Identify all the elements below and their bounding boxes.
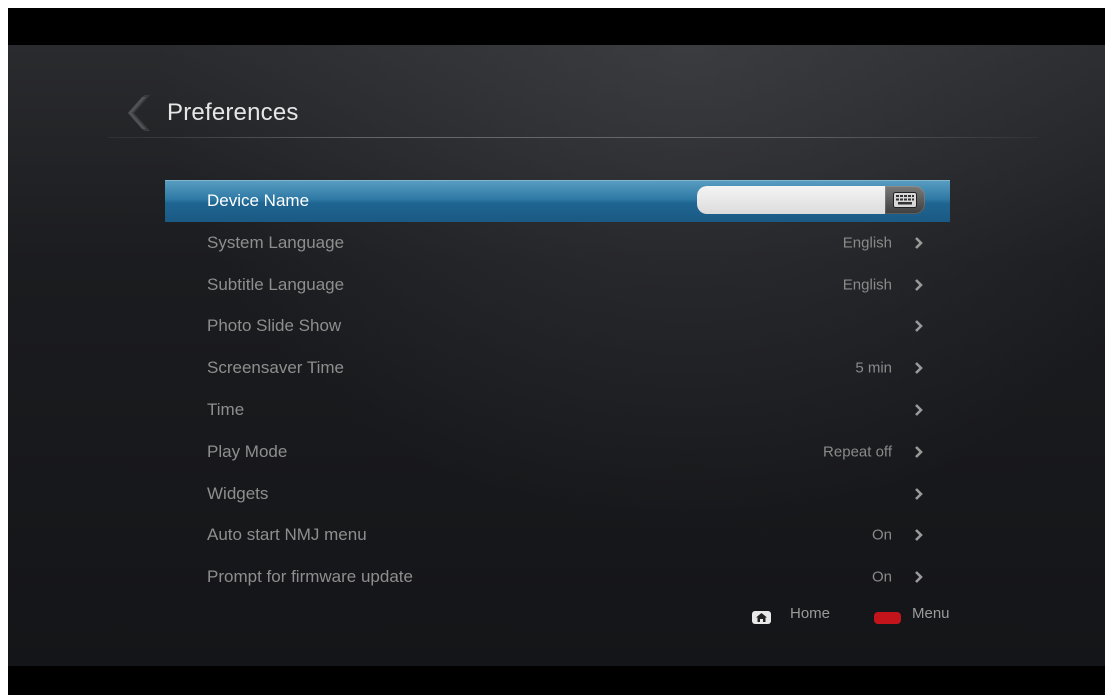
setting-label: Subtitle Language — [207, 274, 345, 294]
chevron-right-icon — [915, 320, 923, 333]
setting-label: Time — [207, 400, 245, 420]
setting-row-play-mode[interactable]: Play Mode Repeat off — [165, 431, 950, 473]
setting-row-subtitle-language[interactable]: Subtitle Language English — [165, 264, 950, 306]
setting-label: Auto start NMJ menu — [207, 525, 367, 545]
home-label: Home — [790, 605, 831, 622]
setting-label: System Language — [207, 232, 345, 252]
setting-row-widgets[interactable]: Widgets — [165, 473, 950, 515]
chevron-right-icon — [915, 362, 923, 375]
setting-row-photo-slide-show[interactable]: Photo Slide Show — [165, 306, 950, 348]
chevron-left-icon[interactable] — [120, 93, 150, 133]
home-icon[interactable] — [752, 611, 771, 624]
setting-value: Repeat off — [823, 443, 892, 461]
chevron-right-icon — [915, 571, 923, 584]
settings-list: Device Name System Language English Subt… — [165, 180, 950, 598]
chevron-right-icon — [915, 445, 923, 458]
setting-label: Play Mode — [207, 441, 288, 461]
page-title: Preferences — [167, 99, 299, 126]
keyboard-icon — [893, 192, 917, 208]
setting-row-device-name[interactable]: Device Name — [165, 180, 950, 222]
setting-row-screensaver-time[interactable]: Screensaver Time 5 min — [165, 347, 950, 389]
tv-screen: Preferences Device Name System Language … — [8, 8, 1105, 695]
setting-label: Widgets — [207, 483, 269, 503]
keyboard-button[interactable] — [885, 186, 925, 214]
setting-value: On — [871, 568, 892, 586]
setting-value: English — [842, 234, 892, 252]
device-name-input[interactable] — [697, 186, 894, 214]
preferences-panel: Preferences Device Name System Language … — [8, 45, 1105, 666]
chevron-right-icon — [915, 404, 923, 416]
setting-label: Prompt for firmware update — [207, 567, 413, 587]
menu-red-button-icon[interactable] — [874, 612, 901, 624]
chevron-right-icon — [915, 236, 923, 249]
setting-row-time[interactable]: Time — [165, 389, 950, 431]
setting-label: Photo Slide Show — [207, 316, 342, 336]
setting-label: Screensaver Time — [207, 358, 344, 378]
setting-value: On — [871, 526, 892, 544]
title-divider — [108, 137, 1038, 138]
menu-label: Menu — [912, 605, 950, 622]
setting-label: Device Name — [207, 191, 310, 210]
setting-row-prompt-firmware-update[interactable]: Prompt for firmware update On — [165, 556, 950, 598]
setting-row-system-language[interactable]: System Language English — [165, 222, 950, 264]
setting-value: 5 min — [855, 359, 892, 377]
chevron-right-icon — [915, 529, 923, 542]
setting-row-auto-start-nmj-menu[interactable]: Auto start NMJ menu On — [165, 515, 950, 557]
home-glyph — [756, 613, 767, 622]
chevron-right-icon — [915, 278, 923, 291]
setting-value: English — [842, 276, 892, 294]
chevron-right-icon — [915, 487, 923, 500]
